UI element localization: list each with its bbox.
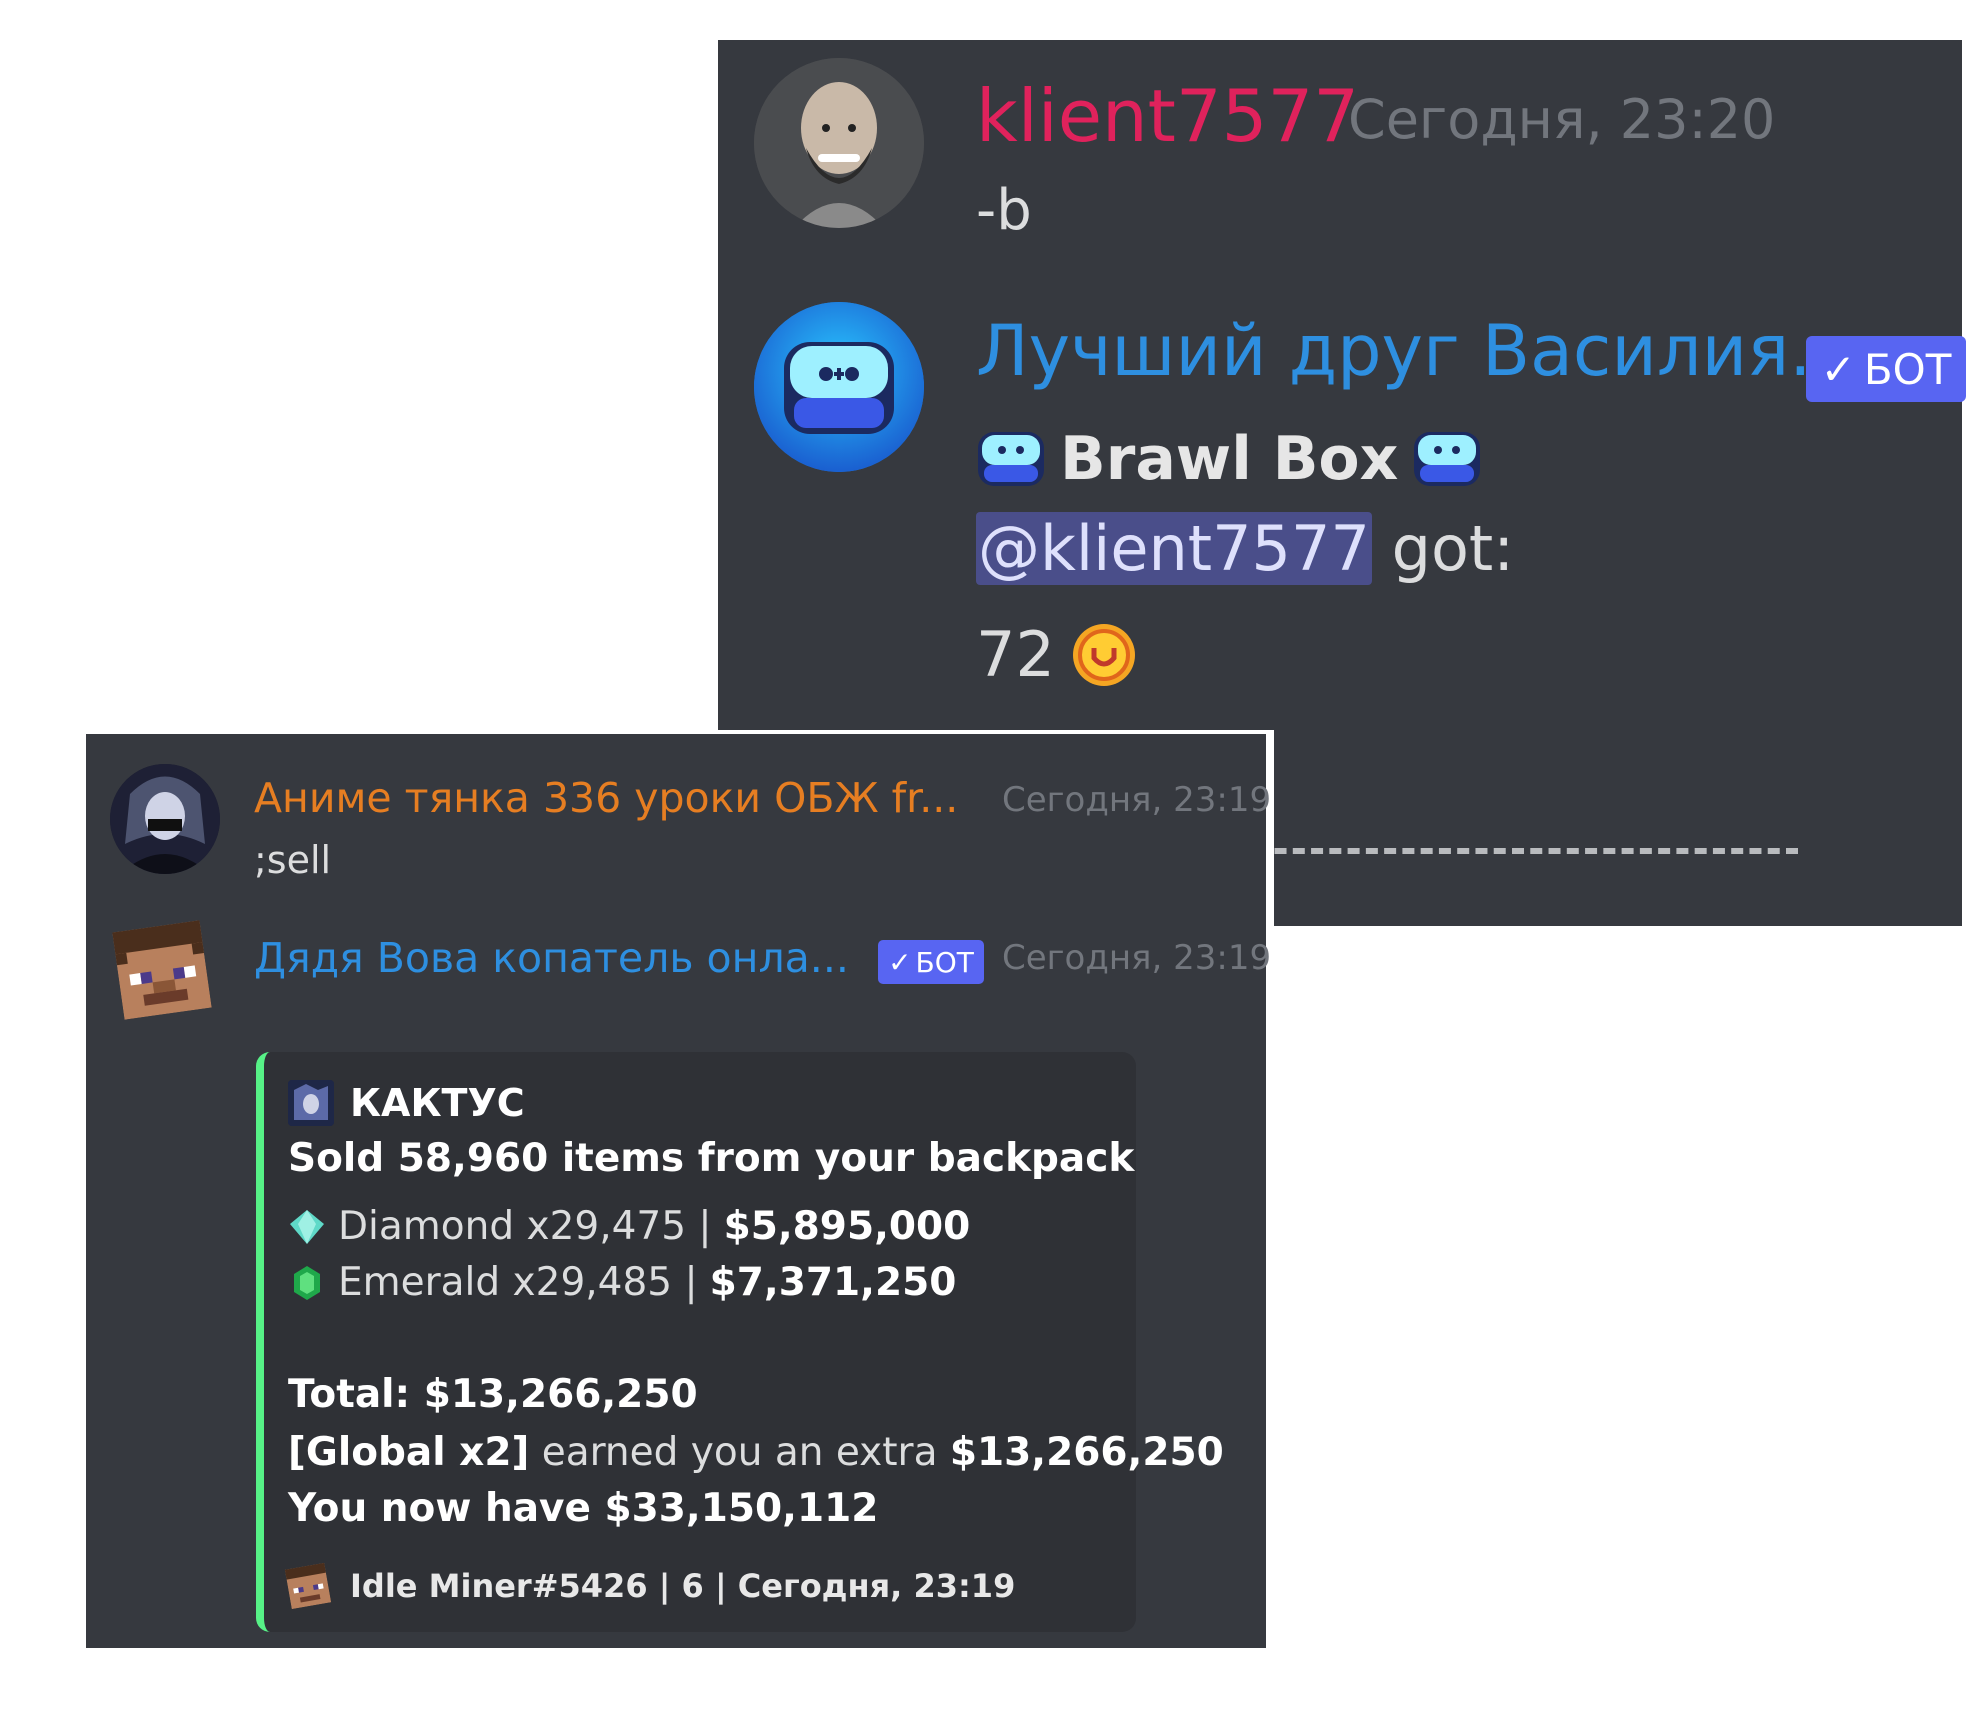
timestamp: Сегодня, 23:19 [1002,780,1272,820]
avatar-bot[interactable] [754,302,924,472]
avatar-anime-user[interactable] [110,764,220,874]
username-klient7577[interactable]: klient7577 [976,74,1359,158]
separator-line [1238,848,1798,854]
brawl-box-icon [1414,432,1481,486]
sold-item-row: Emerald x29,485 | $7,371,250 [288,1260,956,1305]
message-text: ;sell [254,838,332,882]
bot-badge: ✓ БОТ [1806,336,1966,402]
username-bot[interactable]: Лучший друг Василия... [976,310,1856,392]
checkmark-icon: ✓ [1820,344,1856,394]
reward-row: 72 [976,618,1137,691]
item-name: Emerald x29,485 | [338,1260,698,1305]
item-name: Diamond x29,475 | [338,1204,712,1249]
avatar-klient7577[interactable] [754,58,924,228]
item-value: $7,371,250 [709,1260,957,1305]
bonus-row: [Global x2] earned you an extra $13,266,… [288,1430,1224,1475]
minecraft-head-icon [284,1562,332,1610]
balance-row: You now have $33,150,112 [288,1486,878,1531]
mention-suffix: got: [1371,512,1515,585]
bonus-tag: [Global x2] [288,1430,530,1475]
checkmark-icon: ✓ [888,945,912,979]
bot-badge-label: БОТ [915,945,974,979]
author-avatar-icon [288,1080,334,1126]
bonus-text: earned you an extra [529,1430,950,1475]
total-row: Total: $13,266,250 [288,1372,698,1417]
coin-emoji-icon [1072,623,1135,686]
miner-chat-panel: Аниме тянка 336 уроки ОБЖ fr... Сегодня,… [86,730,1274,1648]
balance-value: $33,150,112 [604,1486,879,1531]
emerald-icon [294,1265,320,1300]
user-avatar-icon [754,58,924,228]
message-text: -b [976,178,1032,243]
username-anime-user[interactable]: Аниме тянка 336 уроки ОБЖ fr... [254,774,958,822]
bot-badge-label: БОТ [1863,344,1952,394]
user-avatar-icon [110,764,220,874]
mention-row: @klient7577 got: [976,512,1514,585]
brawl-box-title: Brawl Box [1060,424,1399,494]
balance-label: You now have [288,1486,605,1531]
sold-item-row: Diamond x29,475 | $5,895,000 [288,1204,970,1249]
avatar-minecraft-icon[interactable] [112,920,212,1020]
embed-title: Sold 58,960 items from your backpack [288,1136,1135,1181]
brawl-box-icon [978,432,1044,486]
user-mention[interactable]: @klient7577 [976,512,1372,585]
timestamp: Сегодня, 23:19 [1002,938,1272,978]
total-value: $13,266,250 [423,1372,698,1417]
item-value: $5,895,000 [723,1204,971,1249]
embed-author: КАКТУС [288,1080,525,1126]
diamond-icon [290,1209,324,1244]
timestamp: Сегодня, 23:20 [1348,88,1776,151]
total-label: Total: [288,1372,424,1417]
reward-count: 72 [976,618,1055,691]
username-bot[interactable]: Дядя Вова копатель онла... [254,934,849,982]
bot-badge: ✓ БОТ [878,940,984,984]
embed-author-name: КАКТУС [350,1081,525,1125]
embed-footer: Idle Miner#5426 | 6 | Сегодня, 23:19 [284,1562,1016,1610]
brawl-box-avatar-icon [754,302,924,472]
footer-text: Idle Miner#5426 | 6 | Сегодня, 23:19 [350,1567,1016,1605]
sell-embed: КАКТУС Sold 58,960 items from your backp… [256,1052,1224,1632]
embed-title-row: Brawl Box [976,424,1482,494]
bonus-value: $13,266,250 [949,1430,1224,1475]
